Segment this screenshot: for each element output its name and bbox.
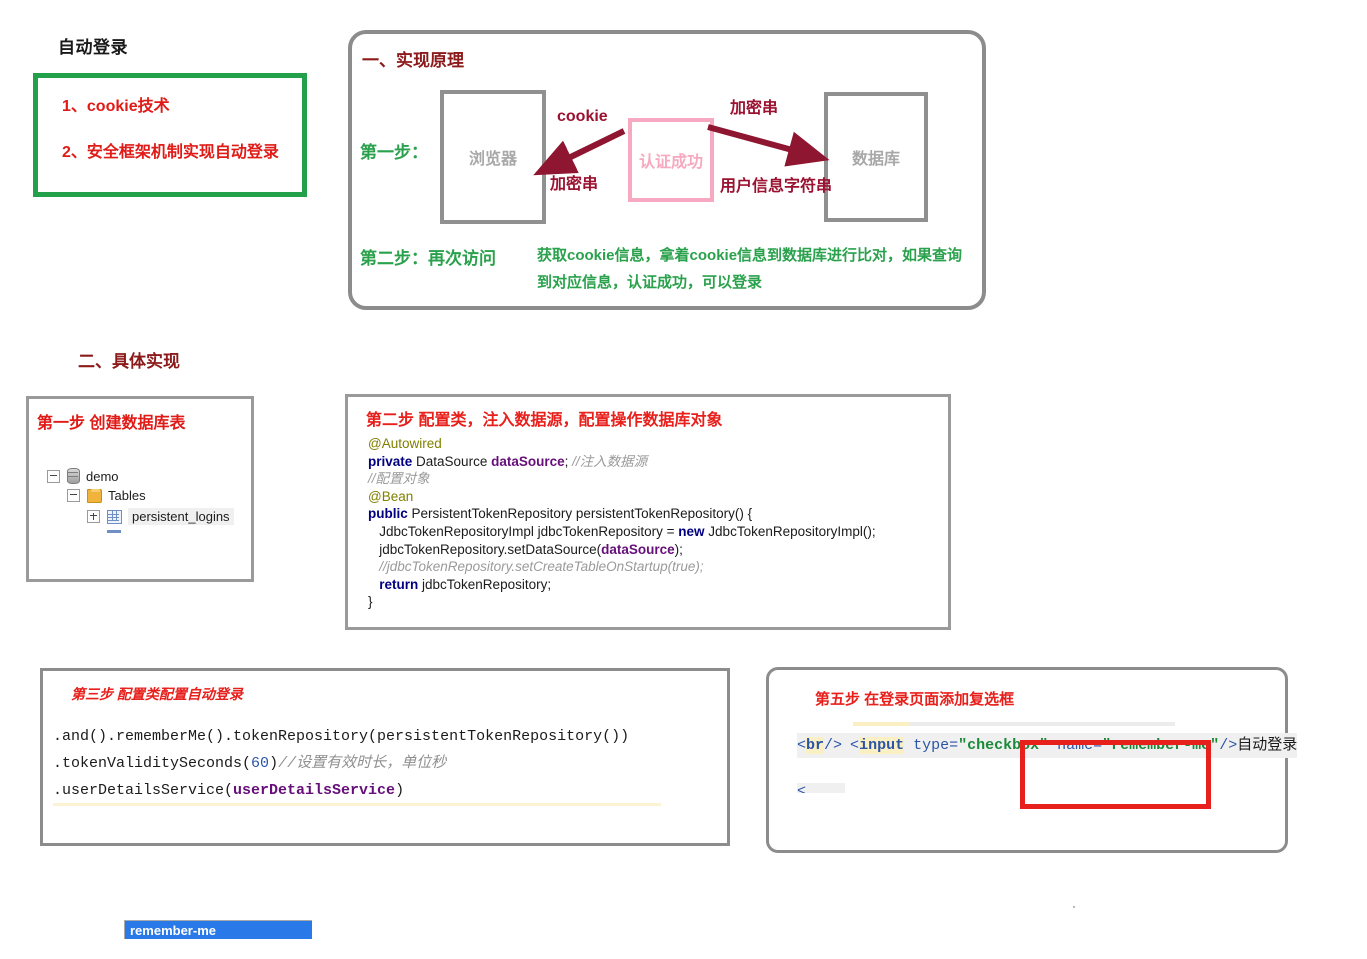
code-line: //配置对象 — [368, 470, 876, 488]
code-token: 自动登录 — [1237, 737, 1298, 754]
code-token: JdbcTokenRepositoryImpl(); — [708, 523, 876, 539]
step5-panel: 第五步 在登录页面添加复选框 <br/> <input type="checkbo… — [766, 667, 1298, 853]
code-underline-decoration — [53, 803, 661, 806]
page-title: 自动登录 — [58, 38, 128, 57]
code-token: private — [368, 453, 417, 469]
remember-me-selected-field[interactable]: remember-me — [124, 920, 312, 939]
code-line: <br/> — [797, 733, 851, 758]
step1-panel: 第一步 创建数据库表 demo Tables persistent_logins — [26, 396, 254, 582]
code-token: @Bean — [368, 488, 414, 504]
code-token: ) — [395, 782, 405, 799]
code-token: //jdbcTokenRepository.setCreateTableOnSt… — [368, 559, 704, 575]
intro-item-2: 2、安全框架机制实现自动登录 — [62, 144, 279, 161]
code-token: //设置有效时长，单位秒 — [278, 755, 447, 772]
collapse-toggle-icon[interactable] — [67, 489, 80, 502]
step2-title: 第二步 配置类，注入数据源，配置操作数据库对象 — [366, 412, 723, 429]
step3-panel: 第三步 配置类配置自动登录 .and().rememberMe().tokenR… — [40, 668, 730, 846]
tree-item-label: persistent_logins — [128, 508, 234, 525]
clipped-code-row: < — [797, 783, 845, 793]
section2-title: 二、具体实现 — [78, 352, 180, 371]
code-line: //jdbcTokenRepository.setCreateTableOnSt… — [368, 558, 876, 576]
tree-item-tables[interactable]: Tables — [67, 488, 146, 503]
code-line: JdbcTokenRepositoryImpl jdbcTokenReposit… — [368, 523, 876, 541]
code-line: jdbcTokenRepository.setDataSource(dataSo… — [368, 541, 876, 559]
code-token: < — [850, 737, 860, 754]
principle-diagram-panel: 一、实现原理 第一步： 第二步：再次访问 获取cookie信息，拿着cookie… — [348, 30, 986, 310]
step3-title: 第三步 配置类配置自动登录 — [71, 686, 243, 702]
code-token: PersistentTokenRepository persistentToke… — [411, 506, 753, 522]
code-token: jdbcTokenRepository; — [422, 576, 552, 592]
table-grid-icon — [107, 509, 122, 524]
stray-artifact-dot — [1073, 906, 1075, 908]
code-token: //注入数据源 — [572, 453, 648, 469]
code-token: .and().rememberMe().tokenRepository(pers… — [53, 728, 630, 745]
intro-item-1: 1、cookie技术 — [62, 98, 170, 115]
code-line: private DataSource dataSource; //注入数据源 — [368, 453, 876, 471]
code-token: @Autowired — [368, 436, 442, 451]
database-icon — [67, 468, 80, 484]
folder-icon — [87, 488, 102, 503]
code-token: //配置对象 — [368, 471, 430, 487]
code-token: .userDetailsService( — [53, 782, 234, 799]
step2-code-block: @Autowired private DataSource dataSource;… — [368, 435, 876, 611]
code-token: public — [368, 506, 412, 522]
tree-item-label: Tables — [108, 488, 146, 503]
code-token: ; — [564, 453, 573, 469]
editor-gutter-accent — [853, 722, 909, 726]
red-highlight-rectangle — [1020, 740, 1211, 809]
code-token: input — [859, 737, 905, 754]
code-token: } — [368, 594, 373, 610]
code-line: return jdbcTokenRepository; — [368, 576, 876, 594]
code-token: userDetailsService — [233, 782, 396, 799]
tree-partial-row-stub — [107, 525, 121, 533]
code-token: /> — [824, 737, 843, 754]
code-token: DataSource — [416, 453, 492, 469]
step5-title: 第五步 在登录页面添加复选框 — [815, 691, 1015, 708]
tree-item-label: demo — [86, 468, 119, 484]
expand-toggle-icon[interactable] — [87, 510, 100, 523]
code-token: ) — [269, 755, 279, 772]
code-token: type= — [913, 737, 959, 754]
code-line: .tokenValiditySeconds(60)//设置有效时长，单位秒 — [53, 750, 629, 777]
code-line: public PersistentTokenRepository persist… — [368, 505, 876, 523]
intro-green-box: 1、cookie技术 2、安全框架机制实现自动登录 — [33, 73, 307, 197]
tree-item-persistent-logins[interactable]: persistent_logins — [87, 508, 234, 525]
code-token: new — [678, 523, 709, 539]
code-token: ); — [674, 541, 683, 557]
node-database: 数据库 — [824, 92, 928, 222]
code-token: < — [797, 737, 807, 754]
code-line: .and().rememberMe().tokenRepository(pers… — [53, 723, 629, 750]
code-line: } — [368, 593, 876, 611]
code-token: .tokenValiditySeconds( — [53, 755, 252, 772]
collapse-toggle-icon[interactable] — [47, 469, 60, 483]
tree-item-demo[interactable]: demo — [47, 468, 119, 484]
principle-step1-label: 第一步： — [360, 143, 428, 162]
code-token: jdbcTokenRepository.setDataSource( — [368, 541, 602, 557]
code-line: @Bean — [368, 488, 876, 506]
arrow-label-cookie: cookie — [557, 108, 608, 125]
step2-panel: 第二步 配置类，注入数据源，配置操作数据库对象 @Autowired privat… — [345, 394, 951, 630]
code-token: 60 — [251, 755, 270, 772]
principle-title: 一、实现原理 — [362, 51, 464, 70]
code-token: dataSource — [491, 453, 565, 469]
node-browser: 浏览器 — [440, 90, 546, 224]
code-line: @Autowired — [368, 435, 876, 453]
code-token: br — [806, 737, 825, 754]
arrow-label-user-info: 用户信息字符串 — [720, 178, 833, 195]
code-token: /> — [1219, 737, 1238, 754]
code-line: .userDetailsService(userDetailsService) — [53, 777, 629, 804]
code-token: dataSource — [601, 541, 675, 557]
node-auth-success: 认证成功 — [628, 118, 714, 202]
code-token: return — [368, 576, 423, 592]
code-token: JdbcTokenRepositoryImpl jdbcTokenReposit… — [368, 523, 679, 539]
step3-code-block: .and().rememberMe().tokenRepository(pers… — [53, 723, 629, 804]
arrow-label-encrypted-right: 加密串 — [730, 100, 779, 117]
principle-step2-description: 获取cookie信息，拿着cookie信息到数据库进行比对，如果查询到对应信息，… — [537, 247, 963, 291]
step1-title: 第一步 创建数据库表 — [37, 415, 186, 432]
arrow-label-encrypted-left: 加密串 — [550, 176, 599, 193]
principle-step2-label: 第二步：再次访问 — [360, 249, 496, 268]
